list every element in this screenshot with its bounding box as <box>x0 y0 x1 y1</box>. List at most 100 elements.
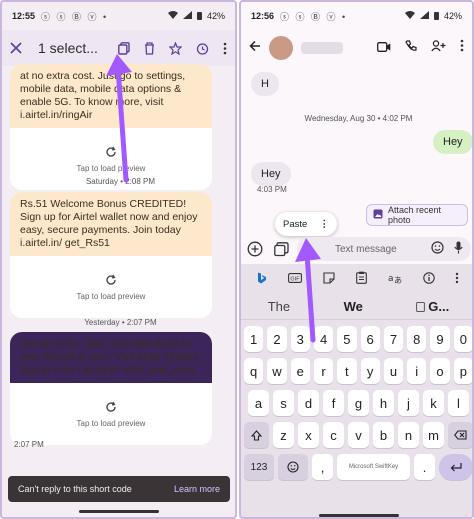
received-message[interactable]: H <box>251 72 279 96</box>
suggestion-item[interactable]: We <box>344 299 363 314</box>
status-bar: 12:55 ⓢ ⓢ Ⓑ ⓥ • 42% <box>2 2 235 30</box>
key-b[interactable]: b <box>373 422 394 448</box>
emoji-icon[interactable] <box>431 241 444 257</box>
gallery-icon[interactable] <box>271 239 291 259</box>
key-h[interactable]: h <box>373 390 394 416</box>
letter-row-1: q w e r t y u i o p <box>241 358 472 384</box>
microphone-icon[interactable] <box>454 241 463 257</box>
preview-label: Tap to load preview <box>76 291 146 301</box>
key-r[interactable]: r <box>313 358 334 384</box>
key-7[interactable]: 7 <box>383 326 404 352</box>
snooze-icon[interactable] <box>196 42 209 55</box>
gif-icon[interactable]: GIF <box>288 272 303 286</box>
message-input[interactable]: Text message <box>297 237 471 261</box>
wifi-icon <box>167 11 178 21</box>
more-vert-icon[interactable]: ⋮ <box>320 219 330 230</box>
key-g[interactable]: g <box>348 390 369 416</box>
paste-button[interactable]: Paste <box>283 219 307 230</box>
avatar[interactable] <box>269 36 293 60</box>
clipboard-icon[interactable] <box>356 271 367 287</box>
emoji-key[interactable] <box>278 454 308 480</box>
key-o[interactable]: o <box>430 358 450 384</box>
sent-message[interactable]: Hey <box>433 130 472 154</box>
phone-icon[interactable] <box>405 39 417 57</box>
gesture-bar <box>78 510 159 513</box>
comma-key[interactable]: , <box>312 454 333 480</box>
star-icon[interactable] <box>169 41 182 55</box>
key-6[interactable]: 6 <box>360 326 380 352</box>
learn-more-button[interactable]: Learn more <box>174 484 220 494</box>
snackbar: Can't reply to this short code Learn mor… <box>8 476 230 502</box>
video-call-icon[interactable] <box>377 39 391 57</box>
refresh-icon <box>105 401 117 415</box>
key-i[interactable]: i <box>407 358 427 384</box>
suggestion-bar: The We G... <box>241 294 472 320</box>
link-preview[interactable]: Tap to load preview <box>10 383 212 445</box>
add-attachment-icon[interactable] <box>245 239 265 259</box>
key-x[interactable]: x <box>298 422 319 448</box>
shift-key[interactable] <box>244 422 269 448</box>
delete-icon[interactable] <box>144 41 155 55</box>
key-1[interactable]: 1 <box>244 326 264 352</box>
more-options-icon[interactable] <box>223 42 227 55</box>
key-f[interactable]: f <box>323 390 344 416</box>
keyboard-toolbar: GIF aあ <box>241 264 472 294</box>
attach-recent-photo-button[interactable]: Attach recent photo <box>366 204 468 226</box>
message-time: 4:03 PM <box>257 185 287 194</box>
key-t[interactable]: t <box>337 358 357 384</box>
key-9[interactable]: 9 <box>430 326 450 352</box>
received-message[interactable]: Hey <box>251 162 291 186</box>
enter-key[interactable] <box>439 454 472 480</box>
key-u[interactable]: u <box>383 358 404 384</box>
refresh-icon <box>105 146 117 160</box>
add-person-icon[interactable] <box>431 39 446 57</box>
key-p[interactable]: p <box>453 358 472 384</box>
more-options-icon[interactable] <box>460 39 464 57</box>
sticker-icon[interactable] <box>323 271 335 287</box>
key-a[interactable]: a <box>248 390 269 416</box>
bing-icon[interactable] <box>257 272 267 287</box>
translate-icon[interactable]: aあ <box>388 272 402 287</box>
message-card-selected[interactable]: Get up to Rs. 300! Just refer Airtel to … <box>10 332 212 445</box>
suggestion-item[interactable]: G... <box>416 299 449 314</box>
copy-icon[interactable] <box>118 41 130 55</box>
info-icon[interactable] <box>422 271 435 287</box>
more-options-icon[interactable] <box>455 272 459 287</box>
left-phone-screen: 12:55 ⓢ ⓢ Ⓑ ⓥ • 42% 1 select... at no ex… <box>0 0 237 519</box>
key-k[interactable]: k <box>423 390 444 416</box>
key-5[interactable]: 5 <box>337 326 357 352</box>
battery-percent: 42% <box>443 11 462 21</box>
key-q[interactable]: q <box>244 358 264 384</box>
key-w[interactable]: w <box>267 358 287 384</box>
key-3[interactable]: 3 <box>290 326 310 352</box>
key-c[interactable]: c <box>323 422 344 448</box>
space-key[interactable]: Microsoft SwiftKey <box>337 454 410 480</box>
key-0[interactable]: 0 <box>453 326 472 352</box>
battery-percent: 42% <box>206 11 225 21</box>
key-8[interactable]: 8 <box>407 326 427 352</box>
key-n[interactable]: n <box>398 422 419 448</box>
key-2[interactable]: 2 <box>267 326 287 352</box>
close-icon[interactable] <box>10 42 22 54</box>
backspace-key[interactable] <box>448 422 472 448</box>
key-s[interactable]: s <box>273 390 294 416</box>
key-j[interactable]: j <box>398 390 419 416</box>
period-key[interactable]: . <box>414 454 435 480</box>
link-preview[interactable]: Tap to load preview <box>10 256 212 318</box>
key-y[interactable]: y <box>360 358 380 384</box>
key-z[interactable]: z <box>273 422 294 448</box>
numbers-mode-key[interactable]: 123 <box>244 454 274 480</box>
key-4[interactable]: 4 <box>313 326 334 352</box>
key-v[interactable]: v <box>348 422 369 448</box>
key-l[interactable]: l <box>448 390 469 416</box>
key-d[interactable]: d <box>298 390 319 416</box>
battery-icon <box>433 11 439 22</box>
message-card[interactable]: at no extra cost. Just go to settings, m… <box>10 64 212 190</box>
message-card[interactable]: Rs.51 Welcome Bonus CREDITED! Sign up fo… <box>10 192 212 318</box>
selection-count: 1 select... <box>38 40 98 56</box>
suggestion-item[interactable]: The <box>268 299 290 314</box>
back-arrow-icon[interactable] <box>249 39 261 57</box>
key-e[interactable]: e <box>290 358 310 384</box>
screenshot-root: 12:55 ⓢ ⓢ Ⓑ ⓥ • 42% 1 select... at no ex… <box>0 0 474 519</box>
key-m[interactable]: m <box>423 422 444 448</box>
